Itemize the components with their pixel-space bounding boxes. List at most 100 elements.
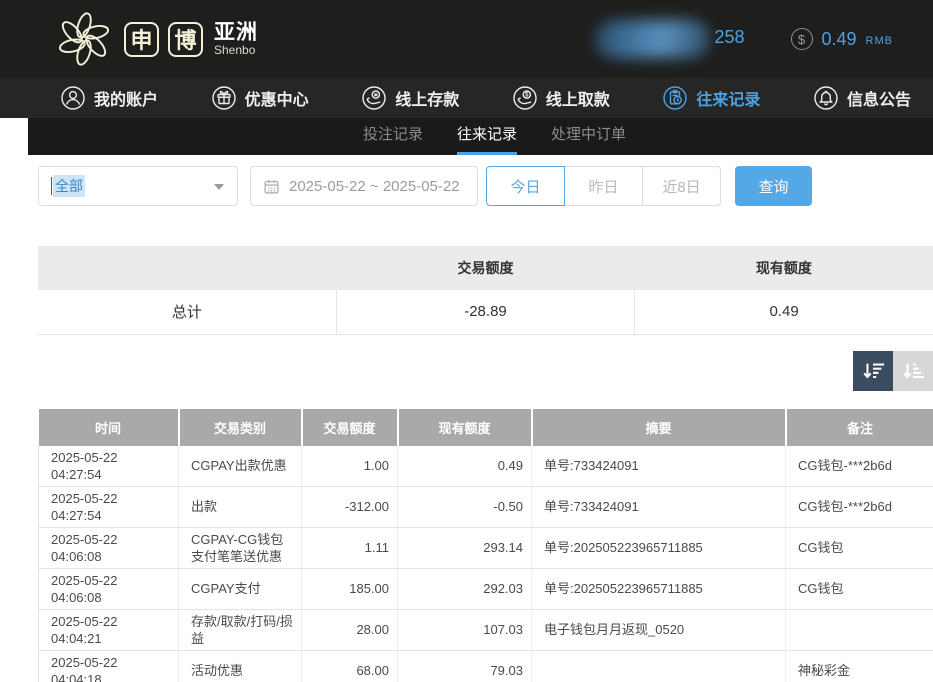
cell-summary: 单号:202505223965711885: [532, 527, 786, 568]
cell-summary: 单号:733424091: [532, 446, 786, 487]
brand-logo: 申 博 亚洲 Shenbo: [55, 10, 258, 68]
nav-label: 我的账户: [94, 86, 158, 110]
cell-remark: CG钱包: [786, 527, 933, 568]
chevron-down-icon: [214, 184, 224, 190]
col-balance: 现有额度: [398, 409, 532, 446]
col-trade-amount: 交易额度: [302, 409, 398, 446]
type-select-value: 全部: [53, 175, 85, 197]
summary-total-balance: 0.49: [635, 290, 933, 334]
cell-time: 2025-05-22 04:27:54: [39, 486, 179, 527]
summary-header-empty: [38, 246, 336, 290]
filter-row: 全部 2025-05-22 ~ 2025-05-22 今日 昨日 近8日 查询: [38, 166, 933, 206]
tab-transaction-records[interactable]: 往来记录: [457, 118, 517, 155]
table-row: 2025-05-22 04:04:21 存款/取款/打码/损益 28.00 10…: [39, 609, 933, 650]
table-row: 2025-05-22 04:06:08 CGPAY支付 185.00 292.0…: [39, 568, 933, 609]
table-row: 2025-05-22 04:27:54 出款 -312.00 -0.50 单号:…: [39, 486, 933, 527]
cell-category: CGPAY-CG钱包支付笔笔送优惠: [179, 527, 302, 568]
cell-time: 2025-05-22 04:06:08: [39, 568, 179, 609]
nav-label: 往来记录: [696, 86, 760, 110]
date-range-value: 2025-05-22 ~ 2025-05-22: [289, 178, 460, 195]
records-icon: [662, 85, 688, 111]
nav-item-deposit[interactable]: 线上存款: [361, 85, 459, 111]
flower-logo-icon: [55, 10, 113, 68]
col-category: 交易类别: [179, 409, 302, 446]
tab-bet-records[interactable]: 投注记录: [363, 118, 423, 155]
summary-total-label: 总计: [38, 290, 336, 334]
nav-item-announcements[interactable]: 信息公告: [813, 85, 911, 111]
sub-nav: 投注记录 往来记录 处理中订单: [28, 118, 933, 155]
main-nav: 我的账户 优惠中心 线上存款: [0, 78, 933, 118]
balance-amount: 0.49: [822, 29, 857, 50]
sort-descending-icon: [861, 360, 885, 382]
search-button[interactable]: 查询: [735, 166, 812, 206]
cell-category: 活动优惠: [179, 650, 302, 682]
tab-pending-orders[interactable]: 处理中订单: [551, 118, 626, 155]
brand-char-shen: 申: [124, 22, 159, 57]
deposit-icon: [361, 85, 387, 111]
nav-label: 线上存款: [395, 86, 459, 110]
text-cursor: [51, 177, 52, 195]
user-icon: [60, 85, 86, 111]
gift-icon: [211, 85, 237, 111]
cell-category: CGPAY支付: [179, 568, 302, 609]
withdraw-icon: $: [512, 85, 538, 111]
cell-balance: 79.03: [398, 650, 532, 682]
summary-header-row: 交易额度 现有额度: [38, 246, 933, 290]
cell-trade-amount: 1.11: [302, 527, 398, 568]
cell-trade-amount: -312.00: [302, 486, 398, 527]
summary-table: 交易额度 现有额度 总计 -28.89 0.49: [38, 246, 933, 335]
cell-balance: 0.49: [398, 446, 532, 487]
yesterday-button[interactable]: 昨日: [564, 166, 643, 206]
brand-region-en: Shenbo: [214, 44, 258, 57]
cell-category: CGPAY出款优惠: [179, 446, 302, 487]
cell-balance: 107.03: [398, 609, 532, 650]
nav-item-transaction-records[interactable]: 往来记录: [662, 85, 760, 111]
cell-balance: 292.03: [398, 568, 532, 609]
cell-summary: [532, 650, 786, 682]
balance-currency: RMB: [866, 35, 893, 47]
account-blurred-area: [595, 20, 710, 58]
today-button[interactable]: 今日: [486, 166, 565, 206]
cell-balance: 293.14: [398, 527, 532, 568]
date-range-input[interactable]: 2025-05-22 ~ 2025-05-22: [250, 166, 478, 206]
balance-display: $ 0.49 RMB: [791, 28, 894, 50]
col-remark: 备注: [786, 409, 933, 446]
bell-icon: [813, 85, 839, 111]
page: 申 博 亚洲 Shenbo 258 $ 0.49 RMB: [0, 0, 933, 682]
calendar-icon: [263, 178, 280, 195]
summary-total-trade: -28.89: [336, 290, 634, 334]
table-row: 2025-05-22 04:04:18 活动优惠 68.00 79.03 神秘彩…: [39, 650, 933, 682]
cell-summary: 单号:202505223965711885: [532, 568, 786, 609]
col-time: 时间: [39, 409, 179, 446]
last-8-days-button[interactable]: 近8日: [642, 166, 721, 206]
cell-summary: 单号:733424091: [532, 486, 786, 527]
dollar-icon: $: [791, 28, 813, 50]
nav-label: 优惠中心: [245, 86, 309, 110]
brand-region-cn: 亚洲: [214, 22, 258, 44]
quick-date-group: 今日 昨日 近8日: [486, 166, 721, 206]
account-suffix: 258: [714, 27, 744, 48]
nav-item-withdraw[interactable]: $ 线上取款: [512, 85, 610, 111]
cell-time: 2025-05-22 04:27:54: [39, 446, 179, 487]
cell-time: 2025-05-22 04:04:21: [39, 609, 179, 650]
cell-time: 2025-05-22 04:04:18: [39, 650, 179, 682]
brand-char-bo: 博: [168, 22, 203, 57]
cell-summary: 电子钱包月月返现_0520: [532, 609, 786, 650]
cell-trade-amount: 1.00: [302, 446, 398, 487]
nav-label: 线上取款: [546, 86, 610, 110]
cell-remark: 神秘彩金: [786, 650, 933, 682]
cell-remark: CG钱包-***2b6d: [786, 486, 933, 527]
cell-category: 出款: [179, 486, 302, 527]
top-header: 申 博 亚洲 Shenbo 258 $ 0.49 RMB: [0, 0, 933, 78]
type-select[interactable]: 全部: [38, 166, 238, 206]
sort-ascending-button[interactable]: [893, 351, 933, 391]
nav-item-my-account[interactable]: 我的账户: [60, 85, 158, 111]
table-row: 2025-05-22 04:06:08 CGPAY-CG钱包支付笔笔送优惠 1.…: [39, 527, 933, 568]
sort-descending-button[interactable]: [853, 351, 893, 391]
summary-header-balance: 现有额度: [635, 246, 933, 290]
records-table: 时间 交易类别 交易额度 现有额度 摘要 备注 2025-05-22 04:27…: [38, 409, 933, 682]
cell-trade-amount: 185.00: [302, 568, 398, 609]
cell-remark: CG钱包: [786, 568, 933, 609]
nav-item-promotions[interactable]: 优惠中心: [211, 85, 309, 111]
cell-time: 2025-05-22 04:06:08: [39, 527, 179, 568]
